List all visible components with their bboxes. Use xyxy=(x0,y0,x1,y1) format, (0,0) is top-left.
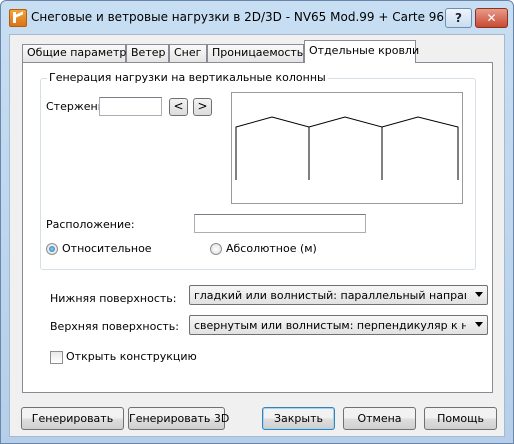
next-member-button[interactable]: > xyxy=(193,98,212,116)
tab-general-parameters[interactable]: Общие параметры xyxy=(22,44,135,62)
location-input[interactable] xyxy=(194,214,366,233)
upper-surface-select[interactable]: свернутым или волнистым: перпендикуляр к… xyxy=(189,315,488,335)
tab-panel-separate-roofs: Генерация нагрузки на вертикальные колон… xyxy=(22,62,493,393)
tab-wind[interactable]: Ветер xyxy=(126,44,169,62)
help-title-button[interactable]: ? xyxy=(445,8,472,28)
previous-member-button[interactable]: < xyxy=(169,98,188,116)
open-structure-checkbox[interactable] xyxy=(50,351,63,364)
relative-radio-label[interactable]: Относительное xyxy=(62,242,152,255)
lower-surface-value: гладкий или волнистый: параллельный напр… xyxy=(194,289,466,302)
generate-3d-button[interactable]: Генерировать 3D xyxy=(128,407,229,430)
lower-surface-select[interactable]: гладкий или волнистый: параллельный напр… xyxy=(189,285,488,305)
absolute-radio-label[interactable]: Абсолютное (м) xyxy=(226,242,317,255)
dialog-client: Общие параметры Ветер Снег Проницаемость… xyxy=(9,34,505,437)
location-label: Расположение: xyxy=(46,218,135,231)
help-button[interactable]: Помощь xyxy=(424,407,497,430)
close-button[interactable]: Закрыть xyxy=(262,407,335,430)
group-title: Генерация нагрузки на вертикальные колон… xyxy=(47,71,328,84)
column-load-group: Генерация нагрузки на вертикальные колон… xyxy=(40,71,476,270)
generate-button[interactable]: Генерировать xyxy=(21,407,124,430)
member-label: Стержень xyxy=(46,100,105,113)
dialog-window: Снеговые и ветровые нагрузки в 2D/3D - N… xyxy=(0,0,514,444)
app-icon xyxy=(9,9,27,27)
chevron-down-icon xyxy=(475,292,483,297)
frame-sketch xyxy=(235,116,459,180)
tab-separate-roofs[interactable]: Отдельные кровли xyxy=(304,40,419,63)
chevron-down-icon xyxy=(475,322,483,327)
tab-snow[interactable]: Снег xyxy=(169,44,207,62)
tab-permeability[interactable]: Проницаемость xyxy=(207,44,304,62)
window-title: Снеговые и ветровые нагрузки в 2D/3D - N… xyxy=(31,10,445,24)
lower-surface-label: Нижняя поверхность: xyxy=(50,292,177,305)
close-window-button[interactable]: ✕ xyxy=(475,8,508,28)
cancel-button[interactable]: Отмена xyxy=(343,407,416,430)
title-bar[interactable]: Снеговые и ветровые нагрузки в 2D/3D - N… xyxy=(1,1,513,34)
relative-radio[interactable] xyxy=(46,243,58,255)
upper-surface-value: свернутым или волнистым: перпендикуляр к… xyxy=(194,319,466,332)
absolute-radio[interactable] xyxy=(210,243,222,255)
open-structure-label[interactable]: Открыть конструкцию xyxy=(66,350,197,363)
structure-preview xyxy=(231,92,463,204)
upper-surface-label: Верхняя поверхность: xyxy=(50,320,179,333)
member-input[interactable] xyxy=(99,97,162,116)
